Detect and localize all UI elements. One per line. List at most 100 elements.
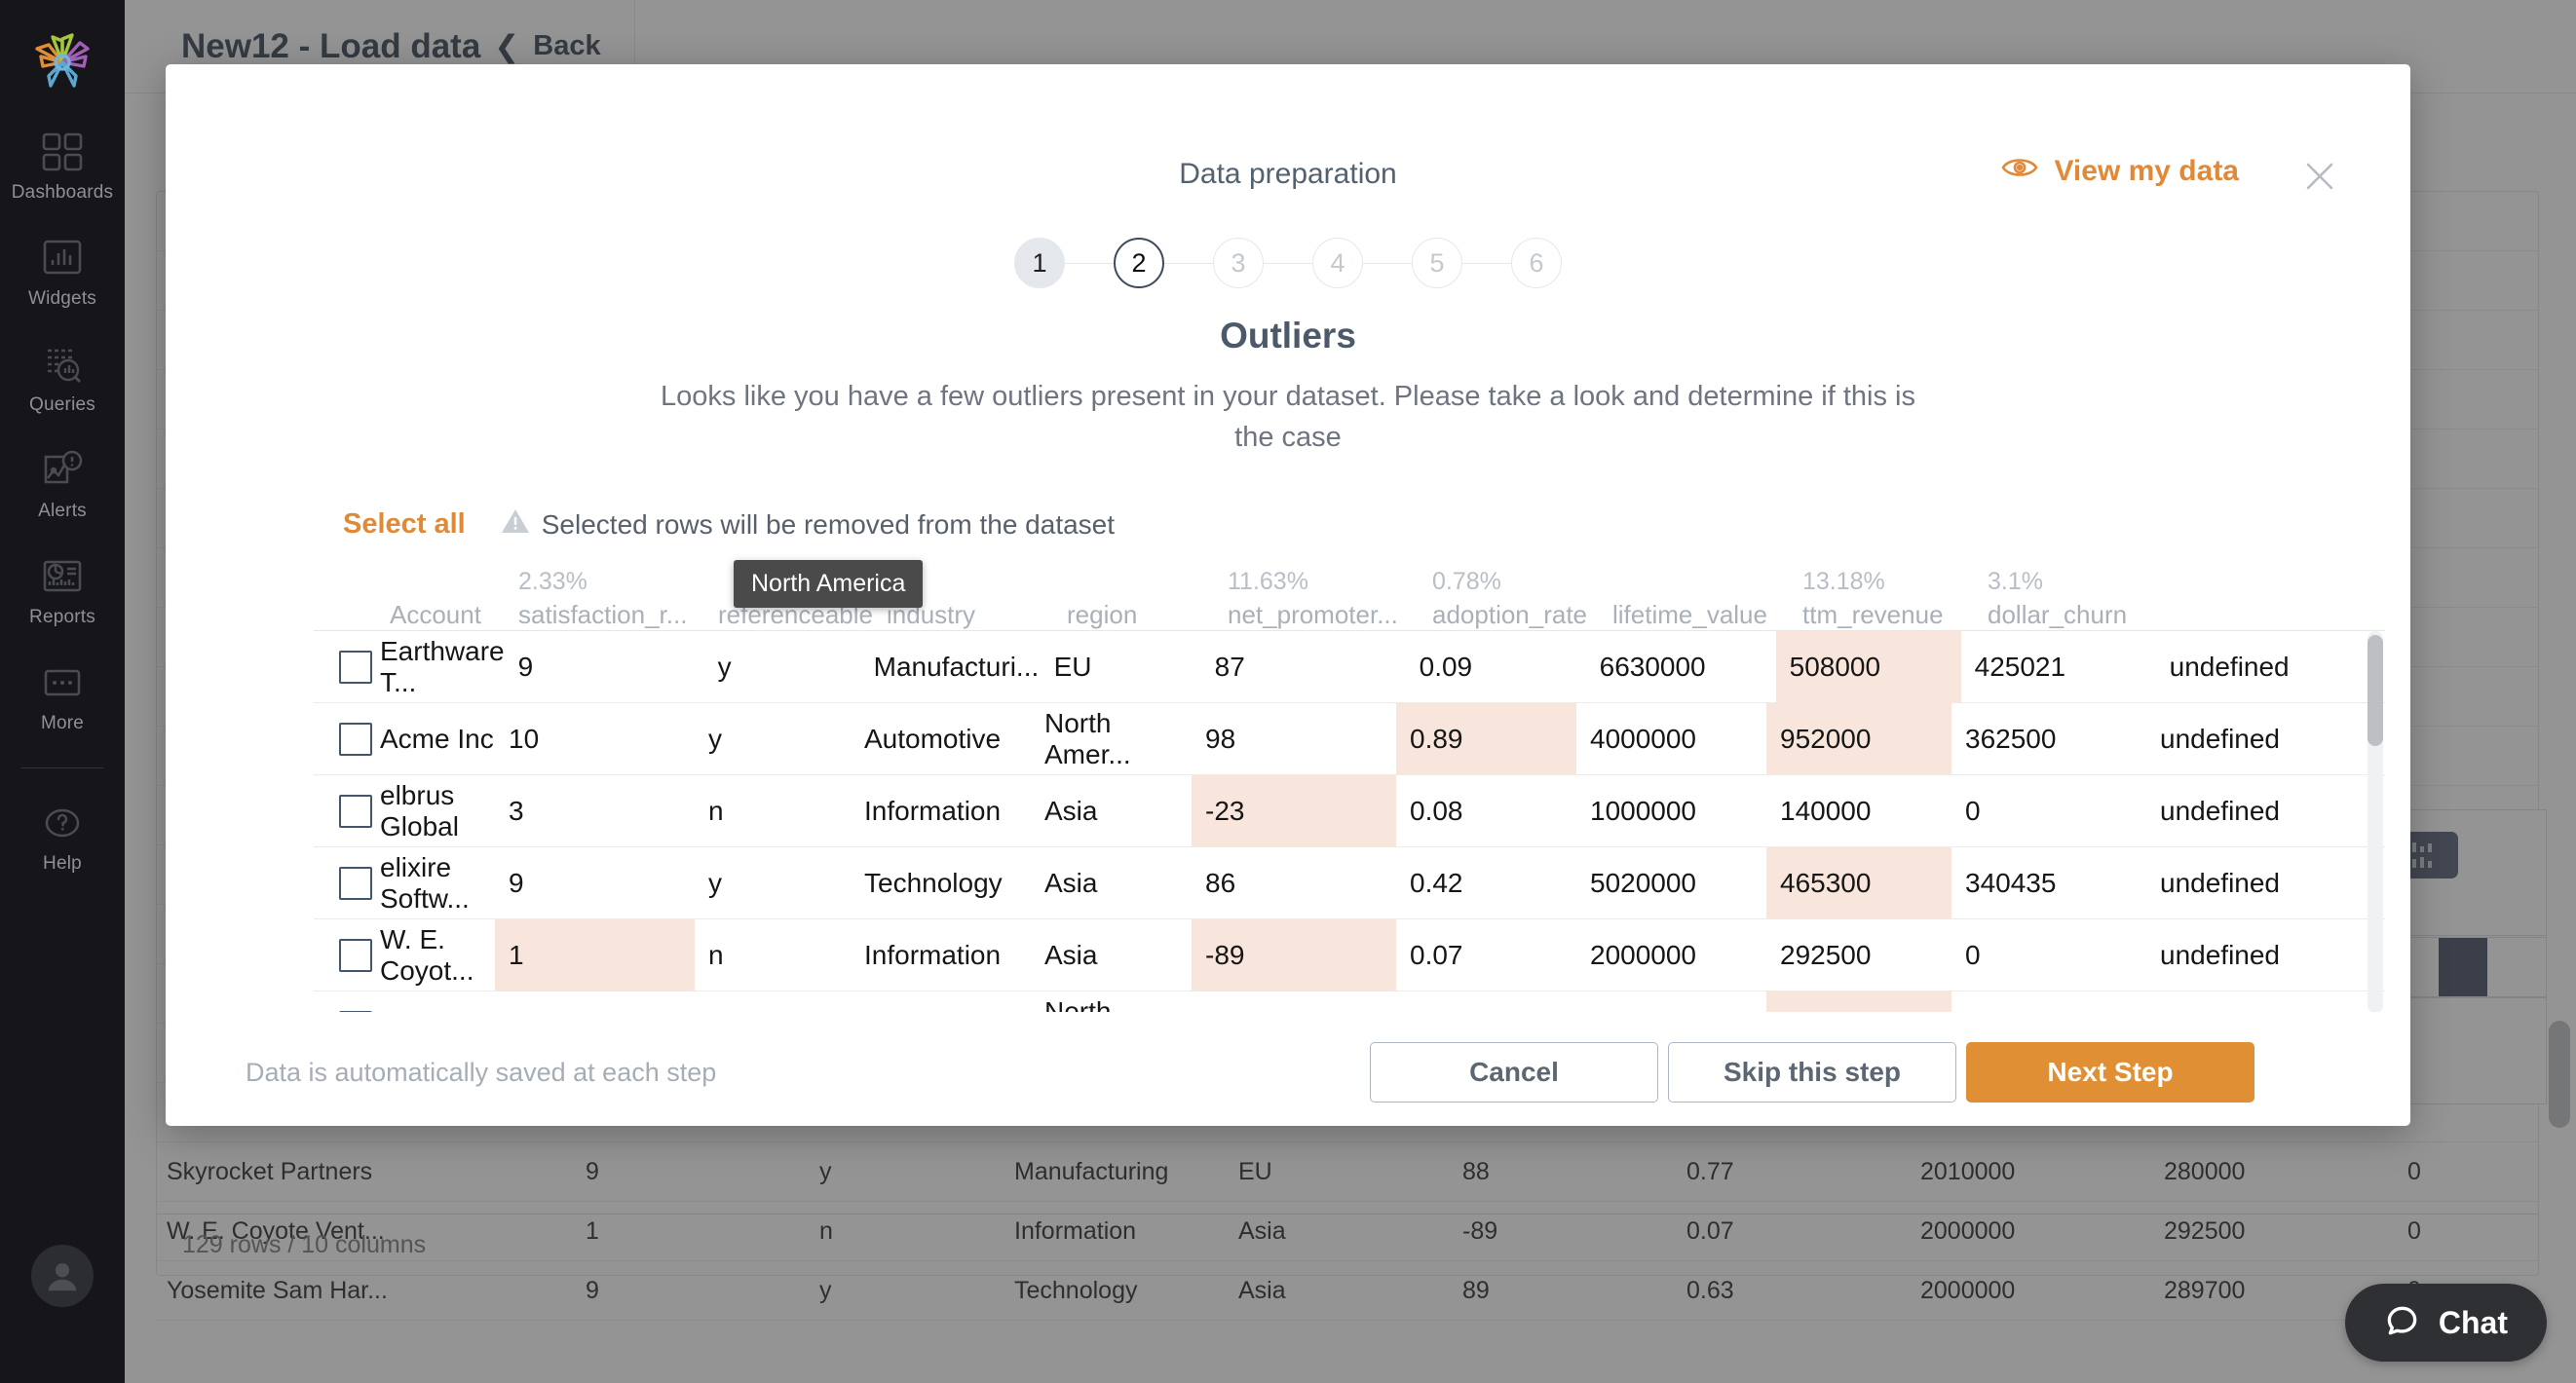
cell-referenceable: y bbox=[695, 703, 851, 774]
cancel-button[interactable]: Cancel bbox=[1370, 1042, 1658, 1103]
avatar[interactable] bbox=[31, 1245, 94, 1307]
cell-region: North Amer... bbox=[1031, 991, 1192, 1012]
cell-ltv: 5020000 bbox=[1576, 847, 1766, 918]
sidebar-item-alerts[interactable]: Alerts bbox=[0, 449, 125, 522]
step-3[interactable]: 3 bbox=[1213, 238, 1264, 288]
column-header-dollar_churn[interactable]: 3.1%dollar_churn bbox=[1974, 568, 2169, 630]
step-6[interactable]: 6 bbox=[1511, 238, 1562, 288]
cell-undefined: undefined bbox=[2146, 919, 2341, 991]
left-sidebar: Dashboards Widgets Queries bbox=[0, 0, 125, 1383]
sidebar-item-more[interactable]: More bbox=[0, 661, 125, 734]
column-header-account[interactable]: Account bbox=[390, 568, 505, 630]
cell-adoption: 0.08 bbox=[1396, 775, 1576, 846]
cell-account: Earthware T... bbox=[380, 631, 505, 702]
row-checkbox[interactable] bbox=[339, 795, 372, 828]
sidebar-item-help[interactable]: Help bbox=[0, 802, 125, 875]
row-checkbox-cell[interactable] bbox=[314, 631, 380, 702]
sidebar-item-reports[interactable]: Reports bbox=[0, 555, 125, 628]
cell-industry: Manufacturi... bbox=[860, 631, 1041, 702]
step-5[interactable]: 5 bbox=[1412, 238, 1462, 288]
cell-region: EU bbox=[1041, 631, 1201, 702]
outliers-table: Account2.33%satisfaction_r... referencea… bbox=[314, 556, 2385, 1012]
cell-referenceable: y bbox=[695, 991, 851, 1012]
cell-referenceable: n bbox=[695, 775, 851, 846]
chat-button[interactable]: Chat bbox=[2345, 1284, 2547, 1362]
next-step-button[interactable]: Next Step bbox=[1966, 1042, 2254, 1103]
skip-step-button[interactable]: Skip this step bbox=[1668, 1042, 1956, 1103]
eye-icon bbox=[2001, 154, 2038, 189]
cell-nps: 98 bbox=[1192, 703, 1396, 774]
modal-subheading: Looks like you have a few outliers prese… bbox=[655, 376, 1921, 458]
autosave-note: Data is automatically saved at each step bbox=[246, 1058, 716, 1088]
cell-undefined: undefined bbox=[2146, 775, 2341, 846]
app-logo[interactable] bbox=[27, 27, 97, 97]
row-checkbox[interactable] bbox=[339, 651, 372, 684]
column-header-adoption[interactable]: 0.78%adoption_rate bbox=[1419, 568, 1599, 630]
cell-industry: Information bbox=[851, 919, 1031, 991]
grid-icon bbox=[40, 131, 85, 175]
table-row[interactable]: elbrus Global3nInformationAsia-230.08100… bbox=[314, 775, 2385, 847]
row-checkbox[interactable] bbox=[339, 867, 372, 900]
cell-ltv: 6110000 bbox=[1576, 991, 1766, 1012]
row-checkbox-cell[interactable] bbox=[314, 847, 380, 918]
sidebar-item-queries[interactable]: Queries bbox=[0, 343, 125, 416]
column-header-satisfaction[interactable]: 2.33%satisfaction_r... bbox=[505, 568, 704, 630]
select-all-bar: Select all Selected rows will be removed… bbox=[343, 507, 1115, 542]
column-outlier-pct bbox=[1612, 568, 1789, 596]
step-4[interactable]: 4 bbox=[1312, 238, 1363, 288]
table-row[interactable]: Genex9yInformationNorth Amer...840.65611… bbox=[314, 991, 2385, 1012]
chat-bubble-icon bbox=[2384, 1302, 2421, 1344]
cell-account: elbrus Global bbox=[380, 775, 495, 846]
cell-account: Acme Inc bbox=[380, 703, 495, 774]
cell-region: Asia bbox=[1031, 919, 1192, 991]
avatar-wrapper bbox=[0, 1245, 125, 1307]
cell-industry: Technology bbox=[851, 847, 1031, 918]
table-row[interactable]: elixire Softw...9yTechnologyAsia860.4250… bbox=[314, 847, 2385, 919]
row-checkbox-cell[interactable] bbox=[314, 991, 380, 1012]
sidebar-item-label: Help bbox=[43, 853, 82, 875]
row-checkbox[interactable] bbox=[339, 1011, 372, 1013]
row-checkbox[interactable] bbox=[339, 939, 372, 972]
cell-account: W. E. Coyot... bbox=[380, 919, 495, 991]
cell-ltv: 1000000 bbox=[1576, 775, 1766, 846]
sidebar-item-label: Queries bbox=[29, 394, 95, 416]
chat-label: Chat bbox=[2439, 1305, 2508, 1341]
table-row[interactable]: Earthware T...9yManufacturi...EU870.0966… bbox=[314, 631, 2385, 703]
warning-triangle-icon bbox=[501, 507, 530, 542]
step-1[interactable]: 1 bbox=[1014, 238, 1065, 288]
table-row[interactable]: Acme Inc10yAutomotiveNorth Amer...980.89… bbox=[314, 703, 2385, 775]
cell-dollar_churn: 0 bbox=[1951, 919, 2146, 991]
row-checkbox-cell[interactable] bbox=[314, 775, 380, 846]
column-header-nps[interactable]: 11.63% net_promoter... bbox=[1214, 568, 1419, 630]
column-header-region[interactable]: region bbox=[1053, 568, 1214, 630]
select-all-link[interactable]: Select all bbox=[343, 508, 466, 541]
row-checkbox-cell[interactable] bbox=[314, 919, 380, 991]
query-search-icon bbox=[40, 343, 85, 388]
step-2[interactable]: 2 bbox=[1114, 238, 1164, 288]
table-row[interactable]: W. E. Coyot...1nInformationAsia-890.0720… bbox=[314, 919, 2385, 991]
cell-undefined: undefined bbox=[2156, 631, 2351, 702]
row-checkbox-cell[interactable] bbox=[314, 703, 380, 774]
column-header-label: net_promoter... bbox=[1228, 600, 1419, 630]
table-scrollbar-thumb[interactable] bbox=[2368, 635, 2383, 746]
column-outlier-pct: 11.63% bbox=[1228, 568, 1419, 596]
view-my-data-button[interactable]: View my data bbox=[2001, 154, 2239, 189]
sidebar-item-dashboards[interactable]: Dashboards bbox=[0, 131, 125, 204]
cell-dollar_churn: 425021 bbox=[1961, 631, 2156, 702]
view-my-data-label: View my data bbox=[2054, 155, 2239, 188]
column-header-ltv[interactable]: lifetime_value bbox=[1599, 568, 1789, 630]
column-header-ttm[interactable]: 13.18%ttm_revenue bbox=[1789, 568, 1974, 630]
sidebar-item-label: Reports bbox=[29, 607, 95, 628]
close-icon[interactable] bbox=[2299, 156, 2340, 197]
row-checkbox[interactable] bbox=[339, 723, 372, 756]
column-outlier-pct: 0.78% bbox=[1432, 568, 1599, 596]
table-scrollbar[interactable] bbox=[2368, 631, 2383, 1012]
cell-region: Asia bbox=[1031, 847, 1192, 918]
cell-undefined: undefined bbox=[2146, 703, 2341, 774]
alert-chart-icon bbox=[40, 449, 85, 494]
step-connector bbox=[1462, 263, 1511, 264]
cell-undefined: undefined bbox=[2146, 847, 2341, 918]
sidebar-item-widgets[interactable]: Widgets bbox=[0, 237, 125, 310]
data-preparation-modal: Data preparation View my data 123456 Out… bbox=[166, 64, 2410, 1126]
bar-chart-icon bbox=[40, 237, 85, 281]
